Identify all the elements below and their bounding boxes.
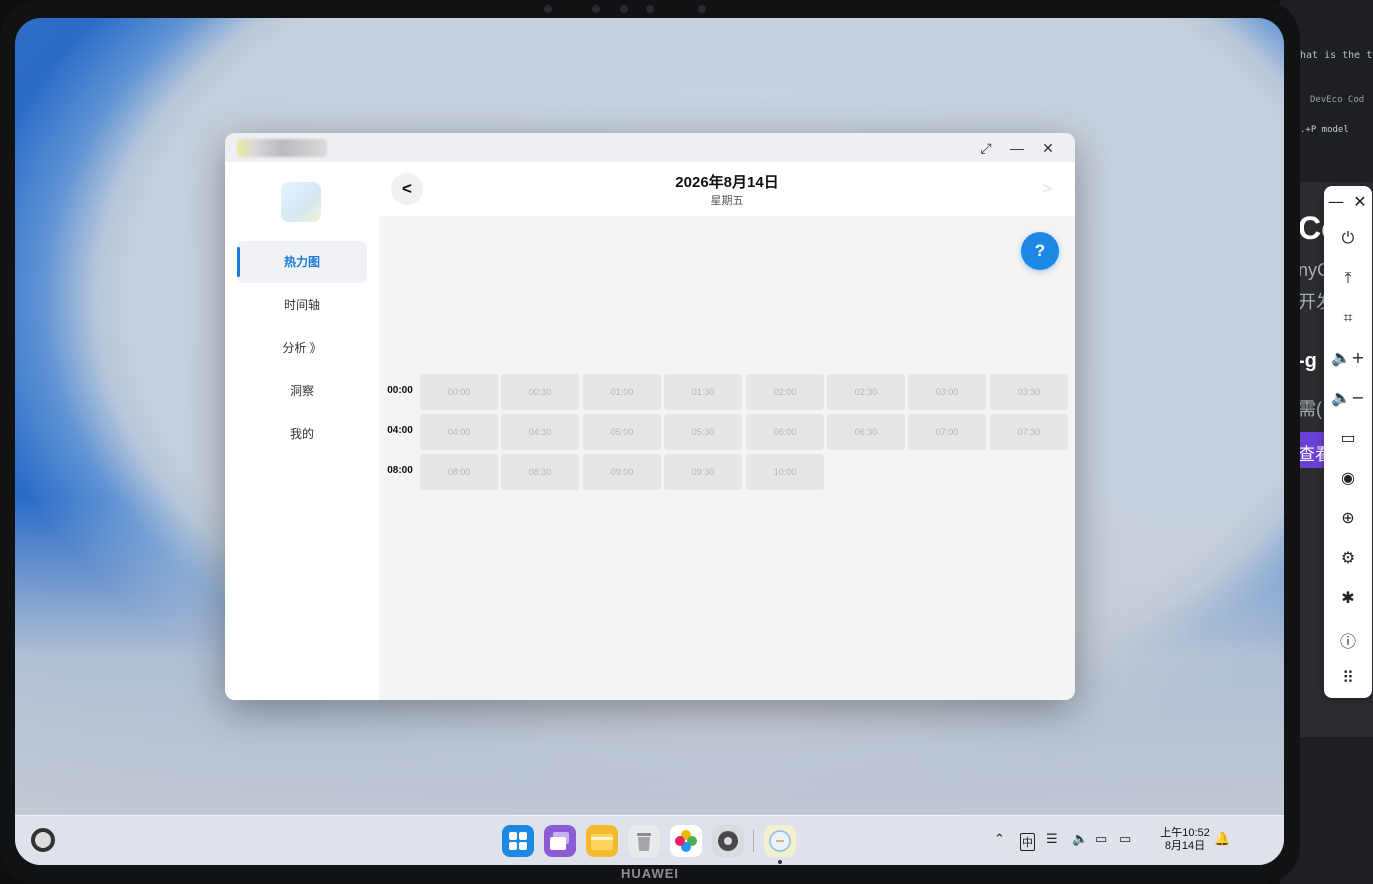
heatmap-cell[interactable]: 08:30 xyxy=(501,454,579,490)
device-brand: HUAWEI xyxy=(621,866,679,881)
gallery-icon[interactable] xyxy=(670,825,702,857)
camera-bar xyxy=(540,5,710,15)
heatmap-row-label: 08:00 xyxy=(387,465,413,476)
heatmap-cell[interactable]: 02:00 xyxy=(746,374,824,410)
heatmap-cell[interactable]: 01:00 xyxy=(583,374,661,410)
sidebar-item-heatmap[interactable]: 热力图 xyxy=(237,241,367,283)
heatmap-cell[interactable]: 07:30 xyxy=(990,414,1068,450)
crop-icon[interactable]: ⌗ xyxy=(1324,308,1372,328)
heatmap-cell[interactable]: 01:30 xyxy=(664,374,742,410)
heatmap-cell[interactable]: 08:00 xyxy=(420,454,498,490)
date-header: < 2026年8月14日 星期五 > xyxy=(379,162,1075,216)
settings-icon[interactable] xyxy=(712,825,744,857)
background-description: 需( xyxy=(1298,399,1322,419)
tablet-device: ⤢ — ✕ 热力图 时间轴 分析 》 洞察 我的 < 2026年8月14日 星期… xyxy=(0,0,1300,884)
files-icon[interactable] xyxy=(586,825,618,857)
power-icon[interactable]: ⏻ xyxy=(1324,228,1372,248)
heatmap-cell[interactable]: 10:00 xyxy=(746,454,824,490)
input-method-icon[interactable]: 中 xyxy=(1020,833,1035,851)
multi-window-icon[interactable] xyxy=(544,825,576,857)
sidebar-item-insights[interactable]: 洞察 xyxy=(237,370,367,412)
heatmap-cell[interactable]: 05:30 xyxy=(664,414,742,450)
heatmap-cell[interactable]: 05:00 xyxy=(583,414,661,450)
heatmap-cell[interactable]: 00:30 xyxy=(501,374,579,410)
taskbar: ⌃ 中 ☰ 🔈 ▭ ▭ 上午10:52 8月14日 🔔 xyxy=(15,815,1284,865)
heatmap-cell[interactable]: 06:30 xyxy=(827,414,905,450)
app-center-icon[interactable] xyxy=(502,825,534,857)
close-button[interactable]: ✕ xyxy=(1037,138,1059,158)
recycle-bin-icon[interactable] xyxy=(628,825,660,857)
window-titlebar[interactable]: ⤢ — ✕ xyxy=(225,133,1075,162)
clock[interactable]: 上午10:52 8月14日 xyxy=(1155,827,1215,853)
date-title: 2026年8月14日 xyxy=(675,174,779,191)
notification-bell-icon[interactable]: 🔔 xyxy=(1214,832,1230,847)
volume-icon[interactable]: 🔈 xyxy=(1072,832,1088,847)
background-model-label: .+P model xyxy=(1300,125,1349,135)
sidebar-item-mine[interactable]: 我的 xyxy=(237,413,367,455)
heatmap-cell[interactable]: 04:30 xyxy=(501,414,579,450)
globe-icon[interactable]: ⊕ xyxy=(1324,508,1372,527)
keyboard-icon[interactable]: ⠿ xyxy=(1324,668,1372,687)
main-content: < 2026年8月14日 星期五 > ? 00:00 00:00 00:30 01:0… xyxy=(379,162,1075,700)
clock-time: 上午10:52 xyxy=(1160,827,1210,839)
desktop-screen: ⤢ — ✕ 热力图 时间轴 分析 》 洞察 我的 < 2026年8月14日 星期… xyxy=(15,18,1284,865)
maximize-button[interactable]: ⤢ xyxy=(975,138,997,158)
running-app-icon[interactable] xyxy=(764,825,796,857)
app-window: ⤢ — ✕ 热力图 时间轴 分析 》 洞察 我的 < 2026年8月14日 星期… xyxy=(225,133,1075,700)
app-logo-icon xyxy=(281,182,321,222)
heatmap-row-label: 00:00 xyxy=(387,385,413,396)
sidebar-item-timeline[interactable]: 时间轴 xyxy=(237,284,367,326)
close-icon[interactable]: ✕ xyxy=(1336,192,1373,211)
weekday-label: 星期五 xyxy=(710,195,744,207)
help-button[interactable]: ? xyxy=(1021,232,1059,270)
heatmap-cell[interactable]: 00:00 xyxy=(420,374,498,410)
heatmap-cell[interactable]: 09:00 xyxy=(583,454,661,490)
info-icon[interactable]: ⓘ xyxy=(1324,628,1372,652)
pin-top-icon[interactable]: ⤒ xyxy=(1324,268,1372,288)
dock-separator xyxy=(753,830,754,852)
heatmap-cell[interactable]: 07:00 xyxy=(908,414,986,450)
next-day-button[interactable]: > xyxy=(1031,173,1063,205)
broadcast-icon[interactable]: ◉ xyxy=(1324,468,1372,487)
minimize-button[interactable]: — xyxy=(1006,138,1028,158)
background-code-line: hat is the t xyxy=(1300,50,1373,61)
sidebar-item-analysis[interactable]: 分析 》 xyxy=(237,327,367,369)
camera-dot xyxy=(646,5,654,13)
heatmap-cell[interactable]: 06:00 xyxy=(746,414,824,450)
heatmap-cell[interactable]: 04:00 xyxy=(420,414,498,450)
window-title-blurred xyxy=(237,139,327,157)
clipboard-icon[interactable]: ☰ xyxy=(1046,832,1058,847)
volume-up-icon[interactable]: 🔈+ xyxy=(1324,348,1372,367)
camera-dot xyxy=(698,5,706,13)
background-heading-2: -g xyxy=(1298,350,1317,372)
display-icon[interactable]: ▭ xyxy=(1095,832,1107,847)
running-indicator xyxy=(778,860,782,864)
heatmap-cell[interactable]: 09:30 xyxy=(664,454,742,490)
volume-down-icon[interactable]: 🔈− xyxy=(1324,388,1372,407)
tray-expand-icon[interactable]: ⌃ xyxy=(994,832,1005,847)
bug-icon[interactable]: ✱ xyxy=(1324,588,1372,607)
camera-dot xyxy=(592,5,600,13)
heatmap-cell[interactable]: 03:00 xyxy=(908,374,986,410)
camera-dot xyxy=(544,5,552,13)
heatmap-row-label: 04:00 xyxy=(387,425,413,436)
battery-icon[interactable]: ▭ xyxy=(1119,832,1131,847)
camera-dot xyxy=(620,5,628,13)
start-button[interactable] xyxy=(31,828,55,852)
clock-date: 8月14日 xyxy=(1164,840,1206,852)
background-tab[interactable]: DevEco Cod xyxy=(1310,95,1364,105)
floating-control-bar: — ✕ ⏻ ⤒ ⌗ 🔈+ 🔈− ▭ ◉ ⊕ ⚙ ✱ ⓘ ⠿ xyxy=(1324,186,1372,698)
heatmap-cell[interactable]: 03:30 xyxy=(990,374,1068,410)
tag-icon[interactable]: ▭ xyxy=(1324,428,1372,447)
heatmap-cell[interactable]: 02:30 xyxy=(827,374,905,410)
settings-icon[interactable]: ⚙ xyxy=(1324,548,1372,567)
sidebar: 热力图 时间轴 分析 》 洞察 我的 xyxy=(225,162,379,700)
